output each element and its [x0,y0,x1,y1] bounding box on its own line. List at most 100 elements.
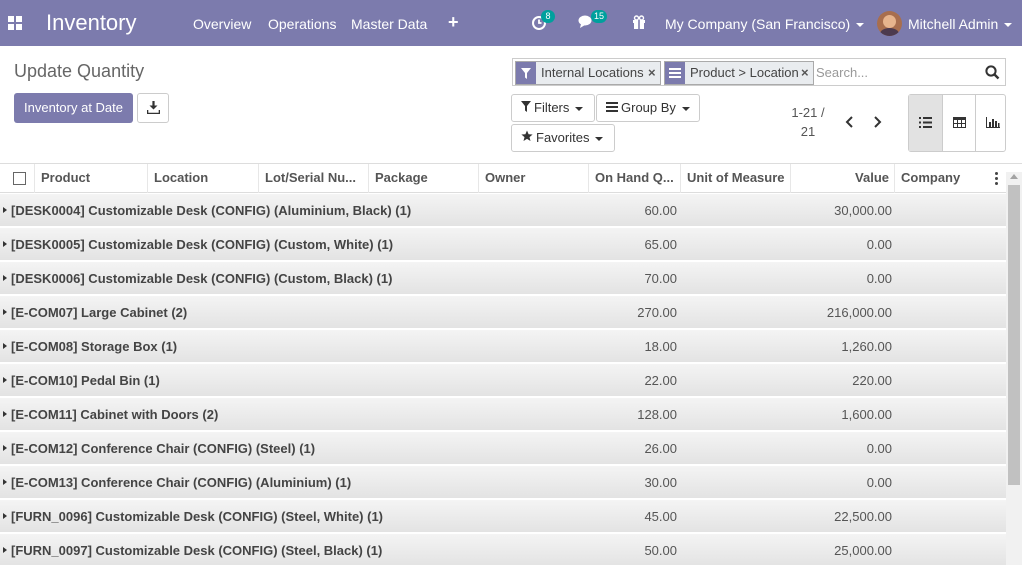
column-value[interactable]: Value [791,164,895,193]
group-label: [DESK0004] Customizable Desk (CONFIG) (A… [11,203,412,218]
pager-value[interactable]: 1-21 /21 [784,103,832,141]
column-lot-serial[interactable]: Lot/Serial Nu... [259,164,369,193]
activity-button[interactable]: 8 [532,10,555,33]
group-row[interactable]: [FURN_0096] Customizable Desk (CONFIG) (… [0,500,1006,533]
group-on-hand: 18.00 [644,339,677,354]
group-row[interactable]: [DESK0006] Customizable Desk (CONFIG) (C… [0,262,1006,295]
column-company[interactable]: Company [895,164,991,193]
breadcrumb: Update Quantity [14,61,145,81]
optional-columns-icon[interactable] [994,172,998,185]
menu-master-data[interactable]: Master Data [351,16,427,32]
filter-icon [521,95,531,121]
group-row[interactable]: [E-COM08] Storage Box (1) 18.00 1,260.00 [0,330,1006,363]
group-label: [FURN_0097] Customizable Desk (CONFIG) (… [11,543,383,558]
chevron-down-icon [681,106,690,111]
chevron-down-icon [1004,23,1013,28]
group-label: [E-COM10] Pedal Bin (1) [11,373,160,388]
favorites-dropdown[interactable]: Favorites [511,124,615,152]
scrollbar[interactable] [1006,172,1022,565]
list-header: Product Location Lot/Serial Nu... Packag… [0,164,1006,193]
column-unit-of-measure[interactable]: Unit of Measure [681,164,791,193]
menu-overview[interactable]: Overview [193,16,251,32]
scroll-up-icon[interactable] [1010,174,1018,179]
group-value: 25,000.00 [834,543,892,558]
download-icon [147,101,160,114]
column-location[interactable]: Location [148,164,259,193]
download-button[interactable] [137,93,169,123]
group-row[interactable]: [E-COM13] Conference Chair (CONFIG) (Alu… [0,466,1006,499]
group-row[interactable]: [DESK0005] Customizable Desk (CONFIG) (C… [0,228,1006,261]
search-icon[interactable] [985,65,1001,81]
group-value: 0.00 [866,271,892,286]
group-value: 0.00 [866,237,892,252]
group-label: [DESK0006] Customizable Desk (CONFIG) (C… [11,271,393,286]
caret-right-icon [3,207,7,213]
caret-right-icon [3,343,7,349]
group-row[interactable]: [FURN_0097] Customizable Desk (CONFIG) (… [0,534,1006,565]
group-row[interactable]: [E-COM10] Pedal Bin (1) 22.00 220.00 [0,364,1006,397]
group-value: 220.00 [852,373,892,388]
caret-right-icon [3,411,7,417]
company-switcher[interactable]: My Company (San Francisco) [665,16,865,32]
group-on-hand: 270.00 [637,305,677,320]
gift-icon [633,15,645,29]
select-all-checkbox[interactable] [13,172,26,185]
group-by-dropdown[interactable]: Group By [596,94,700,122]
quant-list: Product Location Lot/Serial Nu... Packag… [0,163,1022,565]
list-view-button[interactable] [909,95,942,151]
group-on-hand: 70.00 [644,271,677,286]
pager-previous-button[interactable] [843,115,857,129]
group-by-icon [606,95,618,121]
group-on-hand: 65.00 [644,237,677,252]
facet-internal-locations[interactable]: Internal Locations × [515,61,661,85]
group-value: 30,000.00 [834,203,892,218]
caret-right-icon [3,241,7,247]
group-label: [FURN_0096] Customizable Desk (CONFIG) (… [11,509,383,524]
graph-view-button[interactable] [975,95,1008,151]
column-on-hand[interactable]: On Hand Q... [589,164,681,193]
remove-facet-icon[interactable]: × [801,62,809,84]
apps-menu-icon[interactable] [8,16,22,30]
inventory-at-date-button[interactable]: Inventory at Date [14,93,133,123]
group-on-hand: 128.00 [637,407,677,422]
chevron-left-icon [845,116,853,128]
group-row[interactable]: [E-COM07] Large Cabinet (2) 270.00 216,000… [0,296,1006,329]
search-bar[interactable]: Internal Locations × Product > Location … [512,58,1006,86]
pager-next-button[interactable] [870,115,884,129]
facet-product-location[interactable]: Product > Location × [664,61,814,85]
group-row[interactable]: [DESK0004] Customizable Desk (CONFIG) (A… [0,194,1006,227]
messaging-button[interactable]: 15 [578,10,608,32]
caret-right-icon [3,309,7,315]
group-on-hand: 22.00 [644,373,677,388]
view-switcher [908,94,1006,152]
group-on-hand: 60.00 [644,203,677,218]
group-value: 216,000.00 [826,305,892,320]
caret-right-icon [3,445,7,451]
user-avatar[interactable] [877,11,902,36]
group-label: [E-COM11] Cabinet with Doors (2) [11,407,219,422]
caret-right-icon [3,377,7,383]
app-title[interactable]: Inventory [46,10,137,36]
remove-facet-icon[interactable]: × [648,62,656,84]
group-value: 22,500.00 [834,509,892,524]
search-input[interactable] [816,62,971,82]
group-label: [E-COM13] Conference Chair (CONFIG) (Alu… [11,475,352,490]
group-row[interactable]: [E-COM12] Conference Chair (CONFIG) (Ste… [0,432,1006,465]
menu-operations[interactable]: Operations [268,16,336,32]
user-name: Mitchell Admin [908,16,999,32]
star-icon [521,125,533,151]
chevron-down-icon [856,23,865,28]
filters-dropdown[interactable]: Filters [511,94,595,122]
user-menu[interactable]: Mitchell Admin [908,16,1013,32]
scrollbar-thumb[interactable] [1008,185,1020,485]
group-row[interactable]: [E-COM11] Cabinet with Doors (2) 128.00 1,… [0,398,1006,431]
add-menu-button[interactable]: + [448,12,459,33]
pivot-view-button[interactable] [942,95,975,151]
group-on-hand: 45.00 [644,509,677,524]
column-owner[interactable]: Owner [479,164,589,193]
group-value: 0.00 [866,441,892,456]
column-package[interactable]: Package [369,164,479,193]
group-value: 0.00 [866,475,892,490]
column-product[interactable]: Product [35,164,148,193]
gift-button[interactable] [632,15,646,32]
